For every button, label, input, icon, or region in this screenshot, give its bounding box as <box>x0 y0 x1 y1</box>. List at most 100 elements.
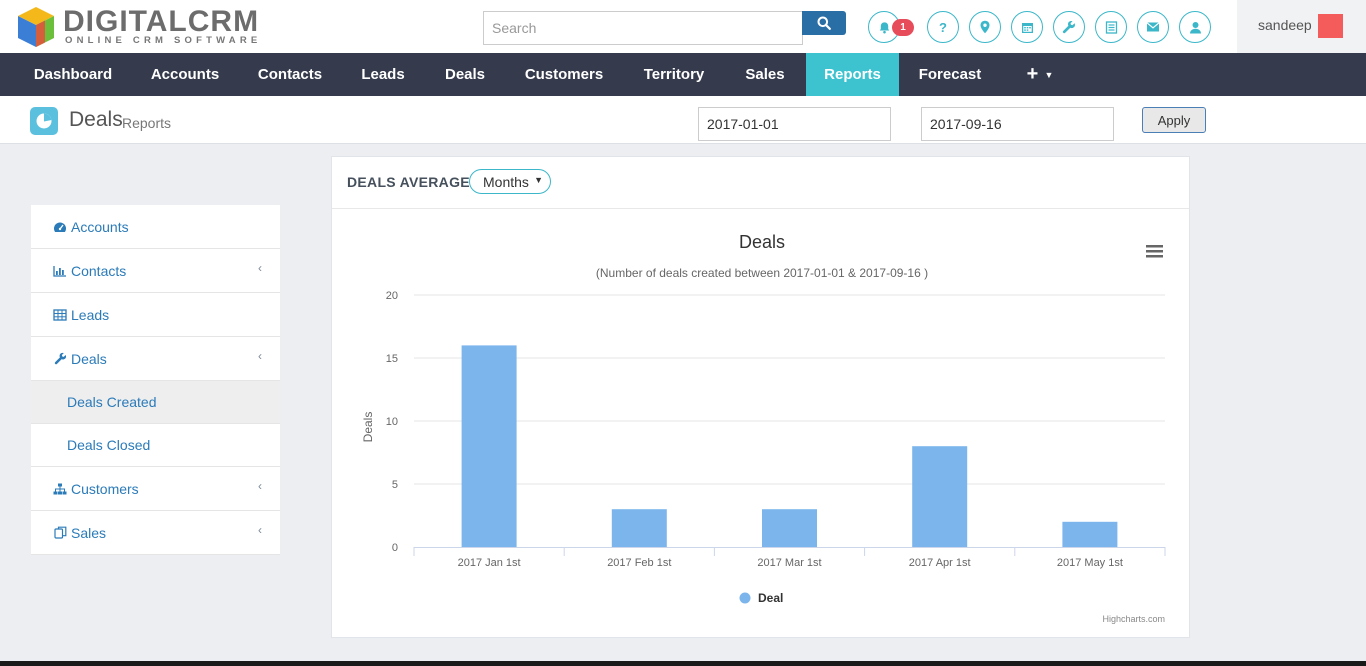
chart-subtitle: (Number of deals created between 2017-01… <box>596 266 928 280</box>
wrench-icon <box>52 352 68 366</box>
sidebar-item-deals[interactable]: Deals ‹ <box>31 337 280 381</box>
user-name: sandeep <box>1258 17 1312 33</box>
y-axis-label: Deals <box>361 412 375 443</box>
sidebar-item-leads[interactable]: Leads <box>31 293 280 337</box>
sidebar-item-label: Leads <box>71 306 110 323</box>
calendar-button[interactable] <box>1011 11 1043 43</box>
list-icon <box>1105 20 1117 34</box>
end-date-input[interactable] <box>921 107 1114 141</box>
logo-title: DIGITALCRM <box>63 5 260 38</box>
page-title: Deals <box>69 108 123 131</box>
help-button[interactable]: ? <box>927 11 959 43</box>
y-tick-label: 10 <box>386 416 398 428</box>
period-select-value: Months <box>483 173 529 190</box>
map-marker-icon <box>980 20 990 34</box>
nav-deals[interactable]: Deals <box>432 53 498 96</box>
page-subtitle: Reports <box>122 115 172 131</box>
bar-0[interactable] <box>461 345 517 547</box>
bar-1[interactable] <box>611 509 667 547</box>
sidebar-subitem-deals-closed[interactable]: Deals Closed <box>31 424 280 467</box>
search-box <box>483 11 803 45</box>
period-select[interactable]: Months ▼ <box>469 169 551 194</box>
x-tick-label: 2017 Apr 1st <box>909 557 971 569</box>
sidebar-item-contacts[interactable]: Contacts ‹ <box>31 249 280 293</box>
report-sidebar: Accounts Contacts ‹ Leads Deals ‹ Deals … <box>31 205 280 555</box>
x-tick-label: 2017 May 1st <box>1057 557 1123 569</box>
wrench-icon <box>1062 20 1075 34</box>
tasks-button[interactable] <box>1095 11 1127 43</box>
page-header: Deals Reports Apply <box>0 96 1366 144</box>
y-tick-label: 20 <box>386 290 398 302</box>
nav-reports[interactable]: Reports <box>806 53 899 96</box>
taskbar-strip <box>0 661 1366 666</box>
y-tick-label: 5 <box>392 479 398 491</box>
chevron-left-icon: ‹ <box>258 523 262 537</box>
caret-down-icon: ▼ <box>534 175 543 185</box>
logo-subtitle: ONLINE CRM SOFTWARE <box>65 35 262 46</box>
top-bar: DIGITALCRM ONLINE CRM SOFTWARE 1 ? <box>0 0 1366 53</box>
legend-symbol <box>739 592 751 604</box>
logo[interactable]: DIGITALCRM ONLINE CRM SOFTWARE <box>16 5 276 49</box>
y-tick-label: 15 <box>386 353 398 365</box>
x-tick-label: 2017 Feb 1st <box>607 557 671 569</box>
nav-accounts[interactable]: Accounts <box>140 53 230 96</box>
apply-button[interactable]: Apply <box>1142 107 1206 133</box>
pie-chart-icon <box>30 107 58 135</box>
panel-header: DEALS AVERAGE Months ▼ <box>332 157 1189 209</box>
chevron-left-icon: ‹ <box>258 479 262 493</box>
bar-4[interactable] <box>1062 521 1118 547</box>
sidebar-item-label: Deals <box>71 350 107 367</box>
settings-button[interactable] <box>1053 11 1085 43</box>
envelope-icon <box>1146 22 1160 32</box>
avatar <box>1318 14 1343 38</box>
panel-title: DEALS AVERAGE <box>347 174 470 190</box>
bar-3[interactable] <box>912 446 968 547</box>
profile-button[interactable] <box>1179 11 1211 43</box>
caret-down-icon: ▼ <box>1044 70 1054 80</box>
sidebar-item-accounts[interactable]: Accounts <box>31 205 280 249</box>
nav-customers[interactable]: Customers <box>514 53 614 96</box>
notification-badge: 1 <box>892 19 914 36</box>
y-tick-label: 0 <box>392 542 398 554</box>
user-icon <box>1189 21 1201 33</box>
sidebar-item-sales[interactable]: Sales ‹ <box>31 511 280 555</box>
cube-logo-icon <box>18 7 54 47</box>
start-date-input[interactable] <box>698 107 891 141</box>
x-tick-label: 2017 Jan 1st <box>458 557 521 569</box>
sidebar-subitem-deals-created[interactable]: Deals Created <box>31 381 280 424</box>
sidebar-item-label: Sales <box>71 524 107 541</box>
user-menu[interactable]: sandeep <box>1237 0 1366 53</box>
search-button[interactable] <box>802 11 846 35</box>
deals-chart: Deals (Number of deals created between 2… <box>361 232 1166 624</box>
nav-more-menu[interactable]: + ▼ <box>1016 53 1064 96</box>
chevron-left-icon: ‹ <box>258 261 262 275</box>
sidebar-item-label: Customers <box>71 480 139 497</box>
bar-chart-icon <box>52 264 68 278</box>
nav-contacts[interactable]: Contacts <box>246 53 334 96</box>
legend-item-deal[interactable]: Deal <box>739 591 784 605</box>
plus-icon: + <box>1026 63 1039 85</box>
nav-territory[interactable]: Territory <box>630 53 718 96</box>
messages-button[interactable] <box>1137 11 1169 43</box>
location-button[interactable] <box>969 11 1001 43</box>
chart-credits[interactable]: Highcharts.com <box>1102 614 1165 624</box>
sidebar-item-customers[interactable]: Customers ‹ <box>31 467 280 511</box>
sitemap-icon <box>52 482 68 496</box>
question-icon: ? <box>939 19 947 35</box>
chart-menu-icon[interactable] <box>1144 242 1164 260</box>
search-icon <box>817 16 831 30</box>
nav-leads[interactable]: Leads <box>350 53 416 96</box>
sidebar-item-label: Contacts <box>71 262 127 279</box>
table-icon <box>52 308 68 322</box>
chevron-left-icon: ‹ <box>258 349 262 363</box>
chart-title: Deals <box>739 232 785 252</box>
nav-sales[interactable]: Sales <box>734 53 796 96</box>
search-input[interactable] <box>484 12 802 44</box>
copy-icon <box>52 526 68 540</box>
x-tick-label: 2017 Mar 1st <box>757 557 821 569</box>
nav-dashboard[interactable]: Dashboard <box>22 53 124 96</box>
bell-icon <box>879 21 889 33</box>
report-panel: DEALS AVERAGE Months ▼ Deals (Number of … <box>331 156 1190 638</box>
bar-2[interactable] <box>762 509 817 547</box>
nav-forecast[interactable]: Forecast <box>909 53 991 96</box>
